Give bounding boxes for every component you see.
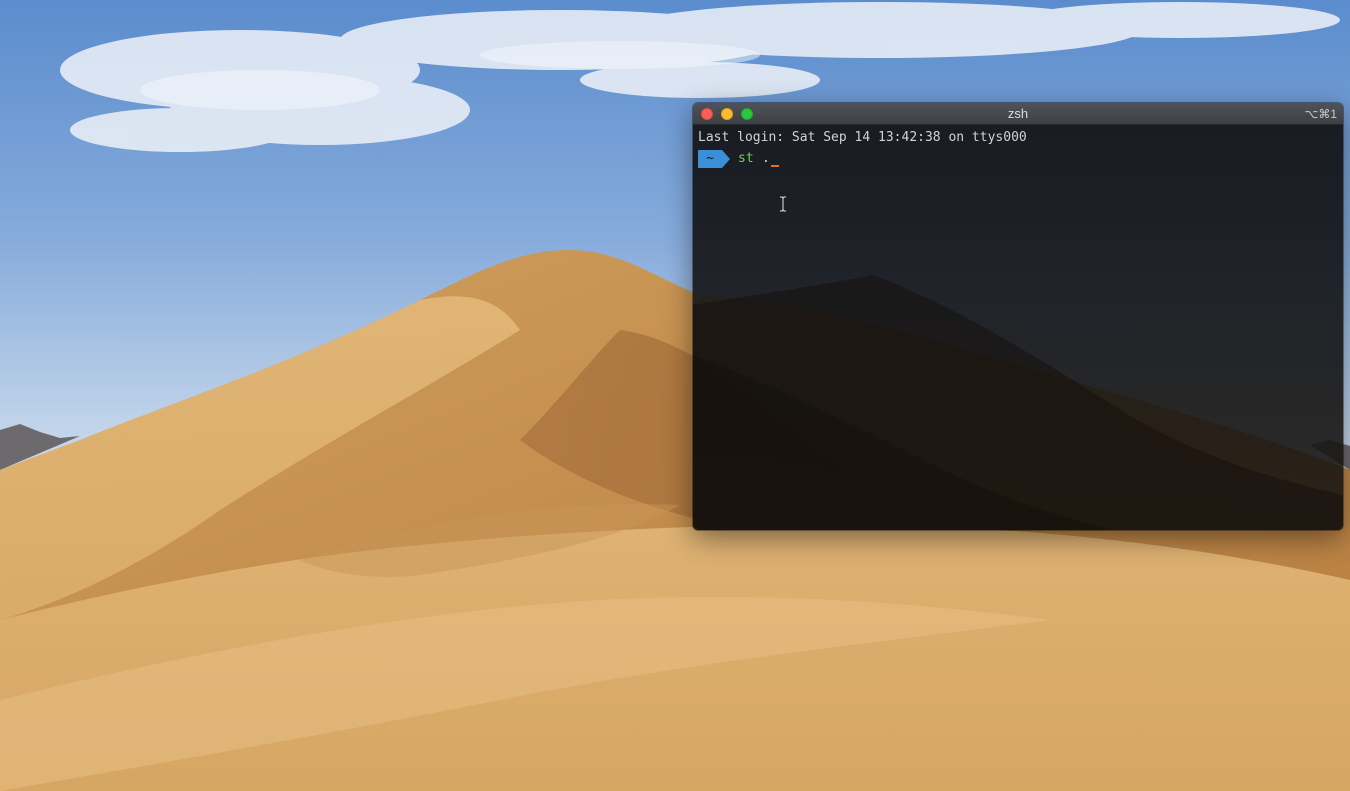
prompt-arrow-icon [722, 150, 730, 168]
window-title: zsh [1007, 106, 1029, 121]
prompt-directory-badge: ~ [698, 150, 722, 168]
prompt-line[interactable]: ~ st . [698, 150, 779, 168]
terminal-titlebar[interactable]: zsh ⌥⌘1 [693, 103, 1343, 125]
last-login-line: Last login: Sat Sep 14 13:42:38 on ttys0… [698, 130, 1027, 145]
terminal-window[interactable]: zsh ⌥⌘1 Last login: Sat Sep 14 13:42:38 … [693, 103, 1343, 530]
command-text: st [738, 151, 754, 166]
ibeam-cursor-icon [780, 196, 786, 212]
text-cursor [771, 165, 779, 167]
desktop: zsh ⌥⌘1 Last login: Sat Sep 14 13:42:38 … [0, 0, 1350, 791]
terminal-output[interactable]: Last login: Sat Sep 14 13:42:38 on ttys0… [693, 125, 1343, 530]
command-argument: . [762, 151, 770, 166]
window-shortcut: ⌥⌘1 [1304, 107, 1337, 121]
wallpaper-reflection [693, 275, 1343, 530]
